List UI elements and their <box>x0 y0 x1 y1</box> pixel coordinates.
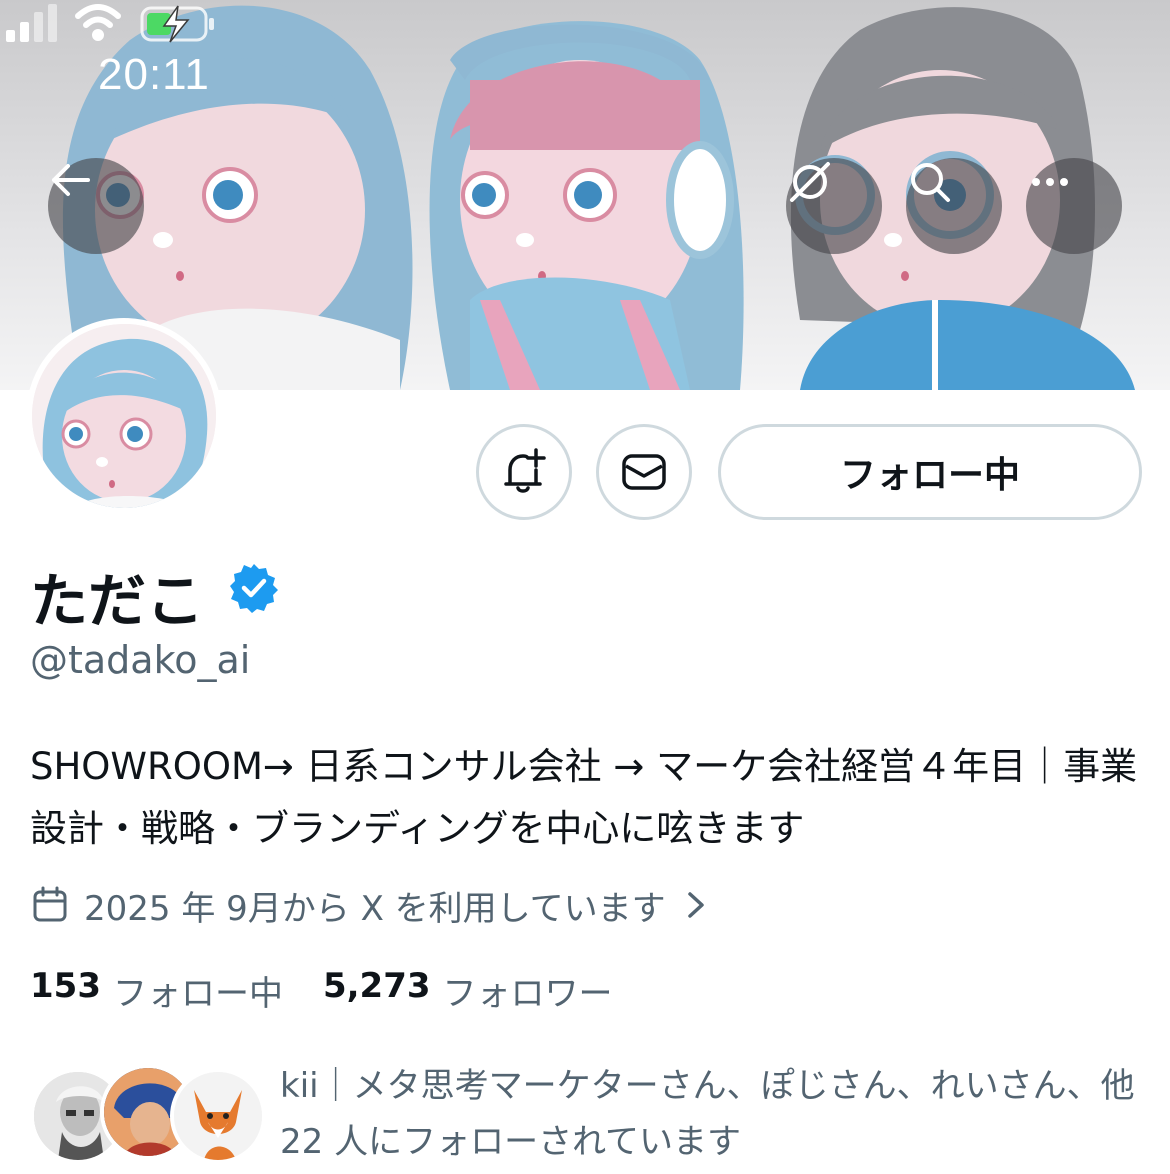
more-icon <box>1032 178 1068 186</box>
calendar-icon <box>33 886 67 922</box>
followers-you-know-text[interactable]: kii｜メタ思考マーケターさん、ぽじさん、れいさん、他 22 人にフォローされて… <box>280 1058 1140 1170</box>
profile-avatar[interactable] <box>26 318 222 514</box>
display-name: ただこ <box>30 567 205 635</box>
following-stat[interactable]: 153 フォロー中 <box>30 966 283 1015</box>
joined-date: 2025 年 9月から X を利用しています <box>84 888 666 929</box>
search-icon <box>911 163 950 202</box>
message-button[interactable] <box>596 424 692 520</box>
battery-icon <box>140 5 214 43</box>
following-label: フォロー中 <box>112 974 283 1014</box>
bell-plus-icon <box>504 448 546 493</box>
back-arrow-icon <box>52 164 90 196</box>
mutual-follower-avatars[interactable] <box>30 1064 266 1168</box>
mail-icon <box>622 454 666 490</box>
user-handle: @tadako_ai <box>30 638 251 682</box>
search-button[interactable] <box>906 158 1002 254</box>
follow-stats: 153 フォロー中 5,273 フォロワー <box>30 966 653 1015</box>
status-icons <box>6 4 214 43</box>
grok-icon <box>790 162 830 202</box>
wifi-icon <box>75 4 121 41</box>
joined-date-row[interactable]: 2025 年 9月から X を利用しています <box>30 880 722 930</box>
verified-badge-icon[interactable] <box>228 562 280 614</box>
following-count: 153 <box>30 966 101 1006</box>
status-time: 20:11 <box>98 50 210 99</box>
signal-icon <box>6 4 57 42</box>
chevron-right-icon <box>687 892 704 918</box>
grok-button[interactable] <box>786 158 882 254</box>
profile-bio: SHOWROOM→ 日系コンサル会社 → マーケ会社経営４年目｜事業設計・戦略・… <box>30 745 1138 850</box>
followers-count: 5,273 <box>322 966 431 1006</box>
notify-button[interactable] <box>476 424 572 520</box>
avatar-image <box>32 324 216 508</box>
profile-banner: 20:11 <box>0 0 1170 390</box>
following-button[interactable]: フォロー中 <box>718 424 1142 520</box>
more-button[interactable] <box>1026 158 1122 254</box>
followers-label: フォロワー <box>442 974 613 1014</box>
mutual-avatar <box>170 1068 266 1164</box>
back-button[interactable] <box>48 158 144 254</box>
followers-stat[interactable]: 5,273 フォロワー <box>323 966 613 1015</box>
